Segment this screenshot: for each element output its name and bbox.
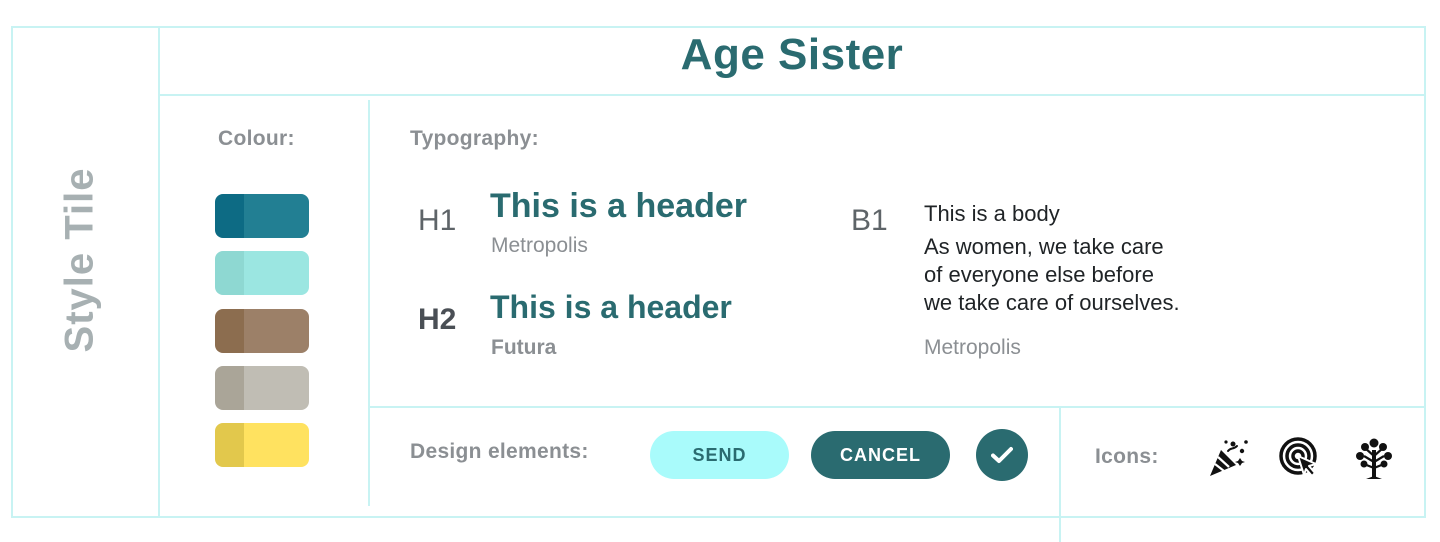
send-button[interactable]: SEND bbox=[650, 431, 789, 479]
colour-swatch-yellow bbox=[215, 423, 309, 467]
left-column-divider bbox=[158, 26, 160, 518]
design-elements-label: Design elements: bbox=[410, 440, 589, 463]
header-divider bbox=[158, 94, 1426, 96]
h2-sample: This is a header bbox=[490, 289, 732, 325]
h2-font-name: Futura bbox=[491, 336, 557, 359]
colour-swatch-aqua bbox=[215, 251, 309, 295]
page-title: Age Sister bbox=[680, 30, 904, 79]
b1-body-line: we take care of ourselves. bbox=[924, 290, 1180, 315]
style-tile-label: Style Tile bbox=[57, 167, 102, 353]
h1-tag: H1 bbox=[418, 204, 457, 237]
b1-tag: B1 bbox=[851, 204, 888, 237]
colour-label: Colour: bbox=[218, 127, 295, 150]
b1-font-name: Metropolis bbox=[924, 336, 1021, 359]
typography-label: Typography: bbox=[410, 127, 539, 150]
party-popper-icon bbox=[1206, 436, 1250, 480]
h1-sample: This is a header bbox=[490, 187, 747, 225]
target-cursor-icon bbox=[1278, 436, 1322, 480]
icons-divider bbox=[1059, 406, 1061, 542]
typography-bottom-divider bbox=[368, 406, 1426, 408]
cancel-button[interactable]: CANCEL bbox=[811, 431, 950, 479]
tree-icon bbox=[1352, 436, 1396, 480]
colour-swatch-gray bbox=[215, 366, 309, 410]
colour-swatch-teal bbox=[215, 194, 309, 238]
b1-title: This is a body bbox=[924, 201, 1060, 226]
h1-font-name: Metropolis bbox=[491, 234, 588, 257]
confirm-button[interactable] bbox=[976, 429, 1028, 481]
colour-swatch-brown bbox=[215, 309, 309, 353]
b1-body-line: of everyone else before bbox=[924, 262, 1154, 287]
check-icon bbox=[991, 447, 1013, 463]
h2-tag: H2 bbox=[418, 303, 457, 336]
b1-body-line: As women, we take care bbox=[924, 234, 1164, 259]
icons-label: Icons: bbox=[1095, 445, 1159, 468]
colour-divider bbox=[368, 100, 370, 506]
